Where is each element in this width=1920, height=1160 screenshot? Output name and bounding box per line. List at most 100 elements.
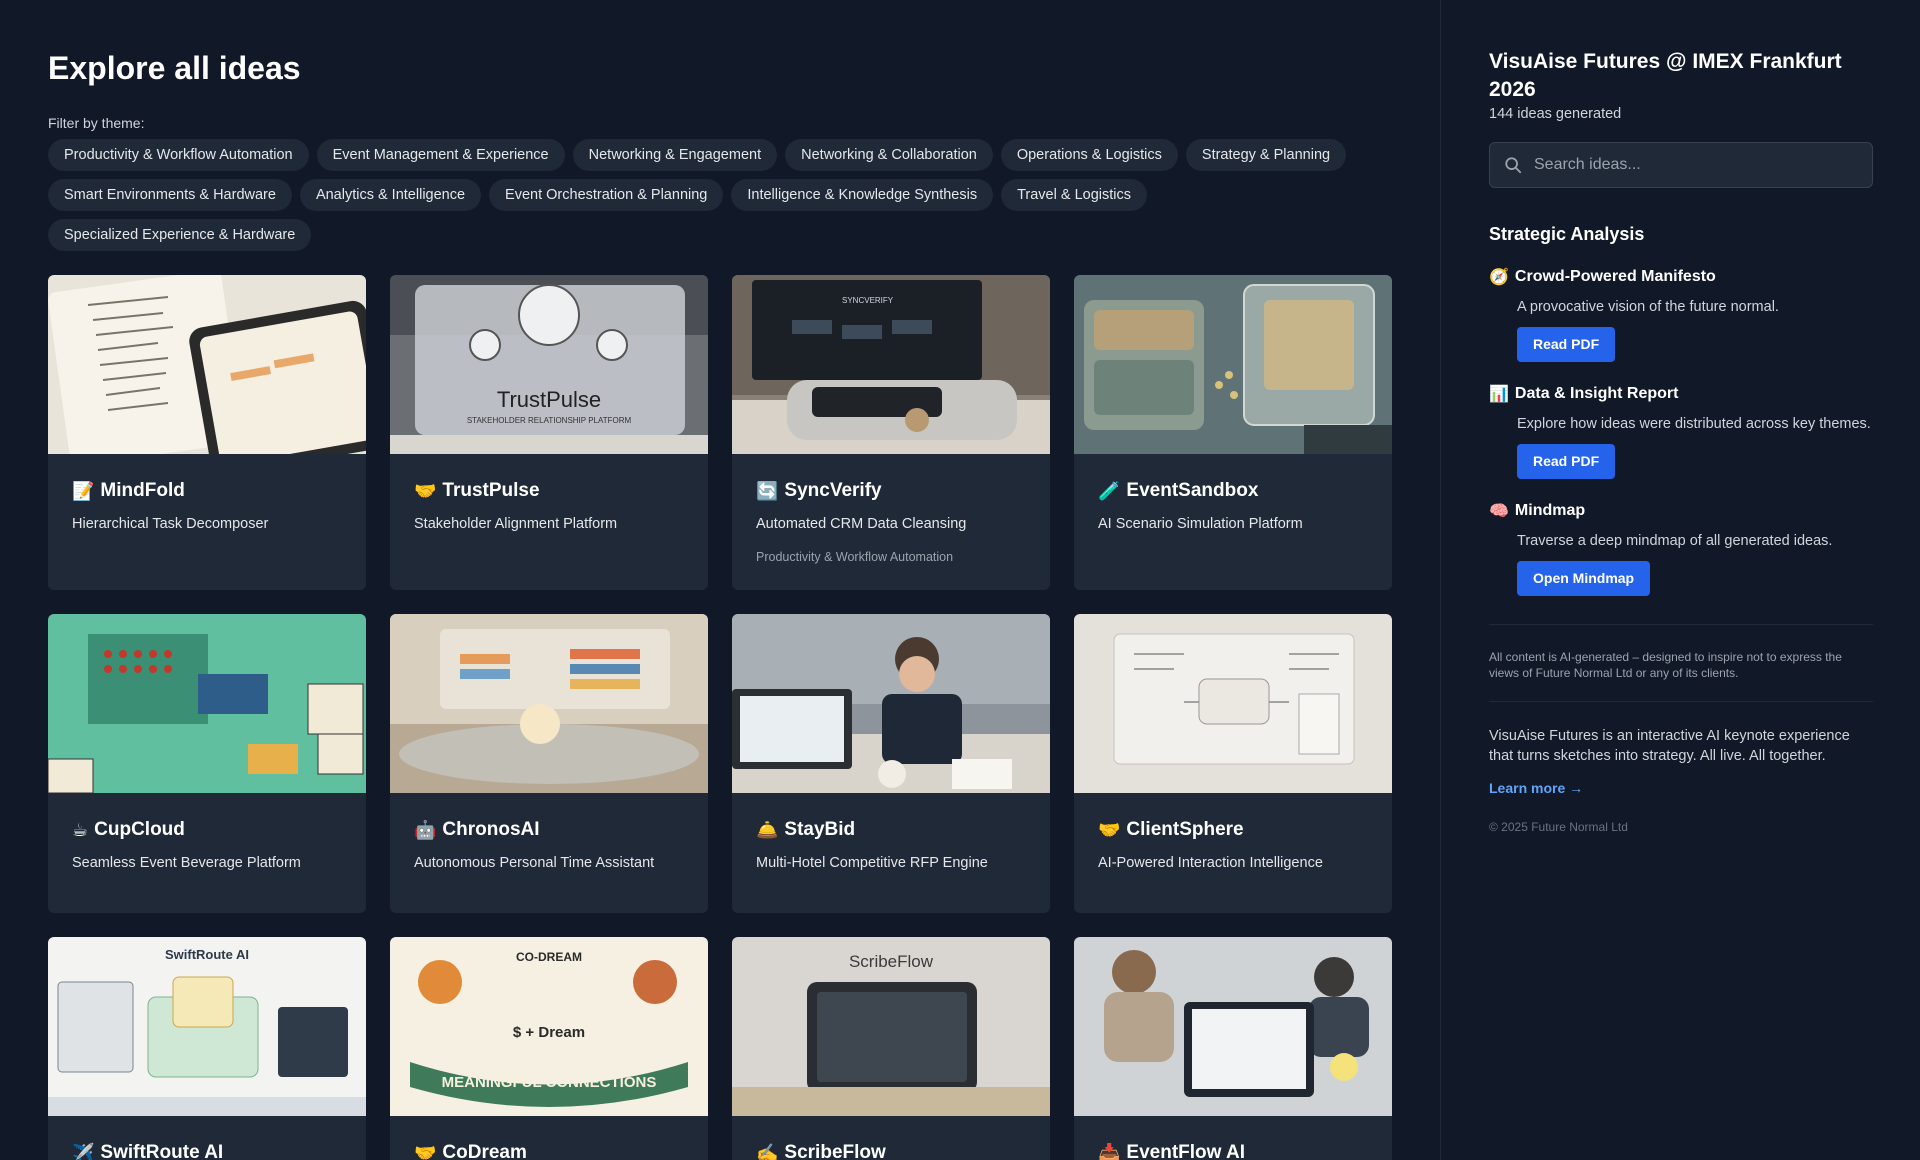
idea-card[interactable]: SwiftRoute AI ✈️ SwiftRoute AI <box>48 937 366 1160</box>
idea-card[interactable]: SYNCVERIFY 🔄 SyncVerify Automated CRM Dat… <box>732 275 1050 590</box>
idea-card[interactable]: 📝 MindFold Hierarchical Task Decomposer <box>48 275 366 590</box>
idea-title: ☕ CupCloud <box>72 819 342 841</box>
idea-title: ✈️ SwiftRoute AI <box>72 1142 342 1160</box>
theme-chip[interactable]: Smart Environments & Hardware <box>48 179 292 211</box>
thumb-text: STAKEHOLDER RELATIONSHIP PLATFORM <box>467 416 632 425</box>
bar-chart-icon: 📊 <box>1489 386 1509 403</box>
idea-card[interactable]: 🤖 ChronosAI Autonomous Personal Time Assi… <box>390 614 708 913</box>
idea-title: 🧪 EventSandbox <box>1098 480 1368 502</box>
idea-grid: 📝 MindFold Hierarchical Task Decomposer T… <box>48 275 1392 1160</box>
idea-name: ScribeFlow <box>784 1142 886 1160</box>
analysis-item-mindmap: 🧠 Mindmap Traverse a deep mindmap of all … <box>1489 501 1872 596</box>
theme-chip[interactable]: Operations & Logistics <box>1000 139 1178 171</box>
inbox-icon: 📥 <box>1098 1142 1121 1160</box>
idea-thumbnail <box>1074 275 1392 454</box>
idea-name: CoDream <box>442 1142 527 1160</box>
idea-name: EventSandbox <box>1126 480 1259 501</box>
theme-chip[interactable]: Intelligence & Knowledge Synthesis <box>731 179 994 211</box>
idea-card[interactable]: CO-DREAM $ + Dream MEANINGFUL CONNECTION… <box>390 937 708 1160</box>
idea-thumbnail: TrustPulse STAKEHOLDER RELATIONSHIP PLAT… <box>390 275 708 454</box>
idea-thumbnail <box>48 275 366 454</box>
idea-thumbnail: ScribeFlow <box>732 937 1050 1116</box>
idea-thumbnail <box>1074 937 1392 1116</box>
idea-name: ChronosAI <box>442 819 540 840</box>
search-input[interactable] <box>1534 156 1854 174</box>
theme-chip[interactable]: Event Orchestration & Planning <box>489 179 724 211</box>
theme-chip[interactable]: Networking & Engagement <box>572 139 778 171</box>
analysis-item-desc: Explore how ideas were distributed acros… <box>1517 416 1871 432</box>
event-title: VisuAise Futures @ IMEX Frankfurt 2026 <box>1489 50 1842 101</box>
main-content: Explore all ideas Filter by theme: Produ… <box>0 0 1440 1160</box>
idea-title: 🔄 SyncVerify <box>756 480 1026 502</box>
idea-subtitle: Stakeholder Alignment Platform <box>414 516 618 532</box>
disclaimer: All content is AI-generated – designed t… <box>1489 650 1842 680</box>
idea-card[interactable]: 🛎️ StayBid Multi-Hotel Competitive RFP En… <box>732 614 1050 913</box>
idea-title: 🤖 ChronosAI <box>414 819 684 841</box>
theme-chip[interactable]: Specialized Experience & Hardware <box>48 219 312 251</box>
theme-filter-chips: Productivity & Workflow Automation Event… <box>48 139 1408 251</box>
idea-subtitle: AI Scenario Simulation Platform <box>1098 516 1303 532</box>
idea-card[interactable]: ScribeFlow ✍️ ScribeFlow <box>732 937 1050 1160</box>
idea-thumbnail <box>390 614 708 793</box>
search-box[interactable] <box>1489 142 1873 188</box>
idea-card[interactable]: 📥 EventFlow AI <box>1074 937 1392 1160</box>
search-icon <box>1505 157 1522 174</box>
idea-subtitle: Seamless Event Beverage Platform <box>72 855 301 871</box>
thumb-text: SYNCVERIFY <box>842 296 894 305</box>
idea-title: 📝 MindFold <box>72 480 342 502</box>
idea-thumbnail: CO-DREAM $ + Dream MEANINGFUL CONNECTION… <box>390 937 708 1116</box>
bellhop-bell-icon: 🛎️ <box>756 819 779 840</box>
memo-icon: 📝 <box>72 480 95 501</box>
read-pdf-button[interactable]: Read PDF <box>1517 327 1616 362</box>
coffee-icon: ☕ <box>72 819 89 840</box>
analysis-item-desc: A provocative vision of the future norma… <box>1517 299 1779 315</box>
theme-chip[interactable]: Strategy & Planning <box>1185 139 1347 171</box>
analysis-item-title: Crowd-Powered Manifesto <box>1514 268 1716 285</box>
idea-title: 📥 EventFlow AI <box>1098 1142 1368 1160</box>
handshake-icon: 🤝 <box>1098 819 1121 840</box>
analysis-item-report: 📊 Data & Insight Report Explore how ideas… <box>1489 384 1872 479</box>
analysis-item-title: Mindmap <box>1514 502 1586 519</box>
thumb-text: ScribeFlow <box>849 952 934 971</box>
analysis-item-manifesto: 🧭 Crowd-Powered Manifesto A provocative v… <box>1489 267 1872 362</box>
idea-title: ✍️ ScribeFlow <box>756 1142 1026 1160</box>
compass-icon: 🧭 <box>1489 269 1509 286</box>
idea-thumbnail <box>48 614 366 793</box>
brain-icon: 🧠 <box>1489 503 1509 520</box>
thumb-text: SwiftRoute AI <box>165 947 249 962</box>
idea-card[interactable]: TrustPulse STAKEHOLDER RELATIONSHIP PLAT… <box>390 275 708 590</box>
thumb-text: CO-DREAM <box>516 950 582 964</box>
airplane-icon: ✈️ <box>72 1142 95 1160</box>
ideas-count: 144 ideas generated <box>1489 106 1622 122</box>
idea-card[interactable]: 🤝 ClientSphere AI-Powered Interaction Int… <box>1074 614 1392 913</box>
robot-icon: 🤖 <box>414 819 437 840</box>
theme-chip[interactable]: Analytics & Intelligence <box>299 179 482 211</box>
idea-title: 🤝 CoDream <box>414 1142 684 1160</box>
thumb-text: $ + Dream <box>513 1024 585 1041</box>
idea-name: ClientSphere <box>1126 819 1244 840</box>
thumb-text: MEANINGFUL CONNECTIONS <box>442 1074 657 1091</box>
idea-name: SwiftRoute AI <box>100 1142 224 1160</box>
idea-card[interactable]: ☕ CupCloud Seamless Event Beverage Platfo… <box>48 614 366 913</box>
theme-chip[interactable]: Travel & Logistics <box>1001 179 1147 211</box>
idea-name: TrustPulse <box>442 480 540 501</box>
read-pdf-button[interactable]: Read PDF <box>1517 444 1616 479</box>
idea-subtitle: Autonomous Personal Time Assistant <box>414 855 655 871</box>
theme-chip[interactable]: Networking & Collaboration <box>785 139 993 171</box>
sidebar: VisuAise Futures @ IMEX Frankfurt 2026 1… <box>1440 0 1920 1160</box>
theme-chip[interactable]: Event Management & Experience <box>316 139 565 171</box>
idea-name: StayBid <box>784 819 856 840</box>
handshake-icon: 🤝 <box>414 480 437 501</box>
idea-card[interactable]: 🧪 EventSandbox AI Scenario Simulation Pla… <box>1074 275 1392 590</box>
idea-subtitle: Hierarchical Task Decomposer <box>72 516 269 532</box>
idea-subtitle: Multi-Hotel Competitive RFP Engine <box>756 855 988 871</box>
idea-name: CupCloud <box>94 819 185 840</box>
idea-name: EventFlow AI <box>1126 1142 1246 1160</box>
about-text: VisuAise Futures is an interactive AI ke… <box>1489 728 1850 764</box>
theme-chip[interactable]: Productivity & Workflow Automation <box>48 139 309 171</box>
idea-theme: Productivity & Workflow Automation <box>756 550 954 564</box>
idea-thumbnail: SYNCVERIFY <box>732 275 1050 454</box>
learn-more-link[interactable]: Learn more → <box>1489 780 1583 796</box>
open-mindmap-button[interactable]: Open Mindmap <box>1517 561 1651 596</box>
idea-title: 🤝 TrustPulse <box>414 480 684 502</box>
